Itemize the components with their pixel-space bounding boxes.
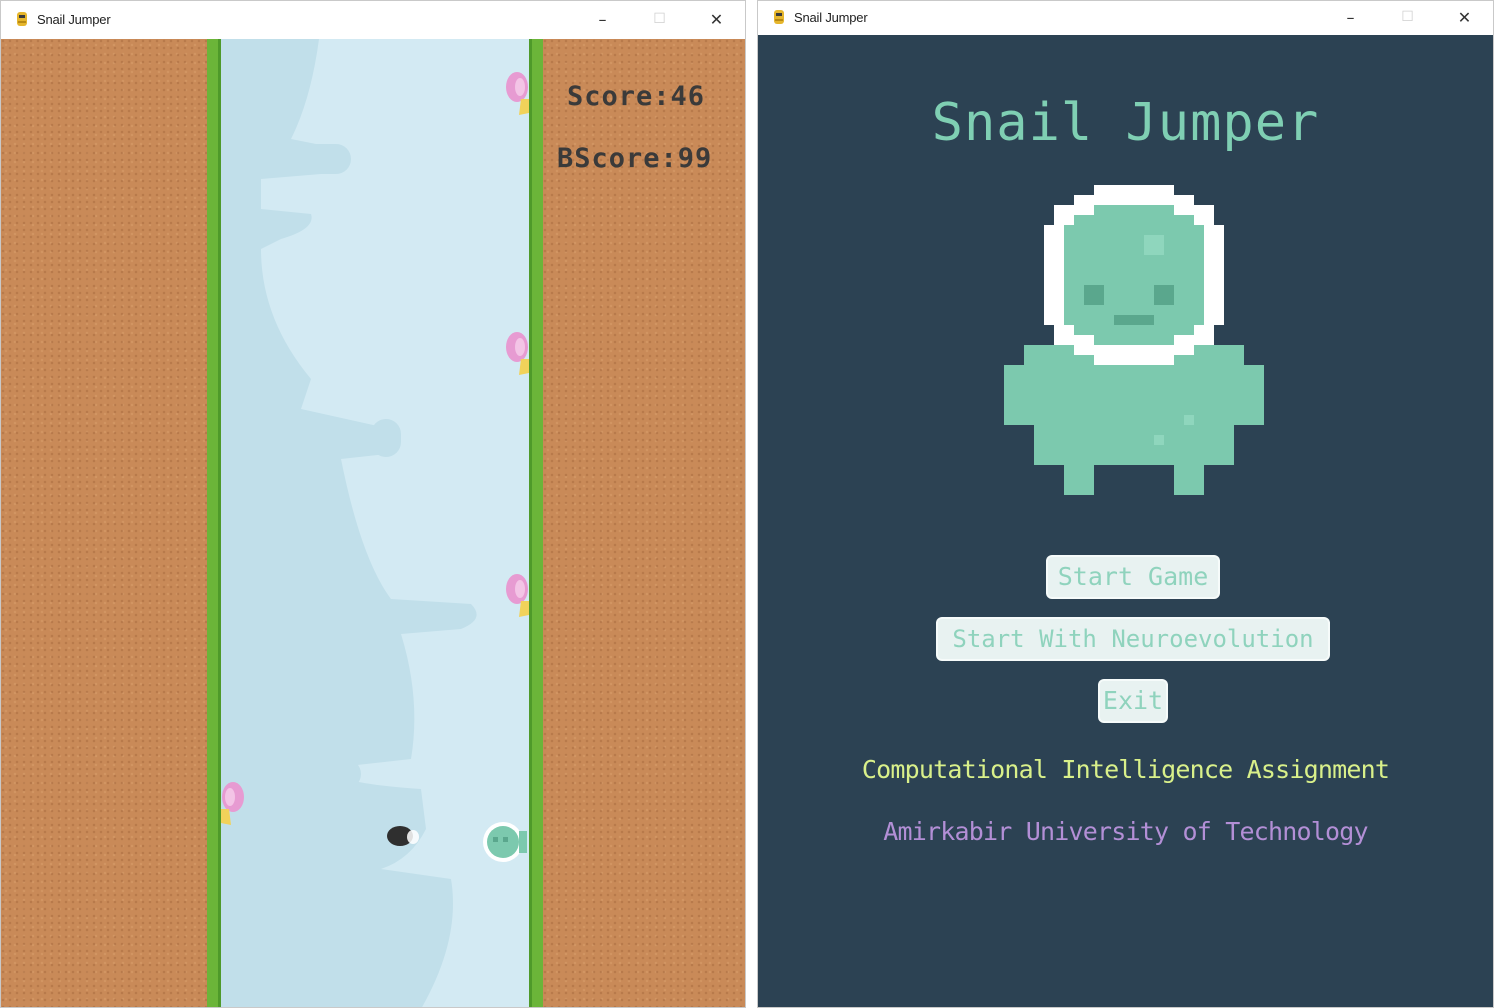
close-icon[interactable]: ✕ (688, 1, 745, 37)
snail-icon (506, 574, 529, 617)
best-score-label: BScore:99 (557, 143, 713, 174)
course-caption: Computational Intelligence Assignment (861, 755, 1390, 784)
left-grass-edge (207, 39, 221, 1007)
maximize-icon[interactable]: ☐ (631, 1, 688, 37)
window-title: Snail Jumper (37, 11, 111, 27)
snail-icon (221, 782, 244, 825)
player-icon (483, 822, 527, 862)
game-window: Snail Jumper – ☐ ✕ Score:46 BScore:99 (0, 0, 746, 1008)
right-dirt-wall (543, 39, 745, 1007)
alien-astronaut-icon (1004, 185, 1264, 495)
pygame-icon (17, 12, 27, 26)
window-title: Snail Jumper (794, 9, 868, 25)
window-controls: – ☐ ✕ (574, 1, 745, 37)
exit-button[interactable]: Exit (1100, 681, 1166, 721)
game-canvas[interactable]: Score:46 BScore:99 (1, 39, 745, 1007)
game-heading: Snail Jumper (931, 93, 1320, 153)
start-neuroevolution-button[interactable]: Start With Neuroevolution (938, 619, 1328, 659)
menu-titlebar[interactable]: Snail Jumper – ☐ ✕ (758, 1, 1493, 33)
menu-window: Snail Jumper – ☐ ✕ Snail Jumper Start Ga… (757, 0, 1494, 1008)
minimize-icon[interactable]: – (1322, 1, 1379, 33)
snail-icon (506, 72, 529, 115)
right-grass-edge (529, 39, 543, 1007)
menu-screen: Snail Jumper Start Game Start With Neuro… (758, 35, 1493, 1007)
game-titlebar[interactable]: Snail Jumper – ☐ ✕ (1, 1, 745, 37)
score-label: Score:46 (567, 81, 706, 112)
minimize-icon[interactable]: – (574, 1, 631, 37)
start-game-button[interactable]: Start Game (1048, 557, 1218, 597)
window-controls: – ☐ ✕ (1322, 1, 1493, 33)
fly-icon (387, 826, 419, 846)
snail-icon (506, 332, 529, 375)
left-dirt-wall (1, 39, 207, 1007)
university-caption: Amirkabir University of Technology (883, 817, 1368, 846)
close-icon[interactable]: ✕ (1436, 1, 1493, 33)
maximize-icon[interactable]: ☐ (1379, 1, 1436, 33)
pygame-icon (774, 10, 784, 24)
